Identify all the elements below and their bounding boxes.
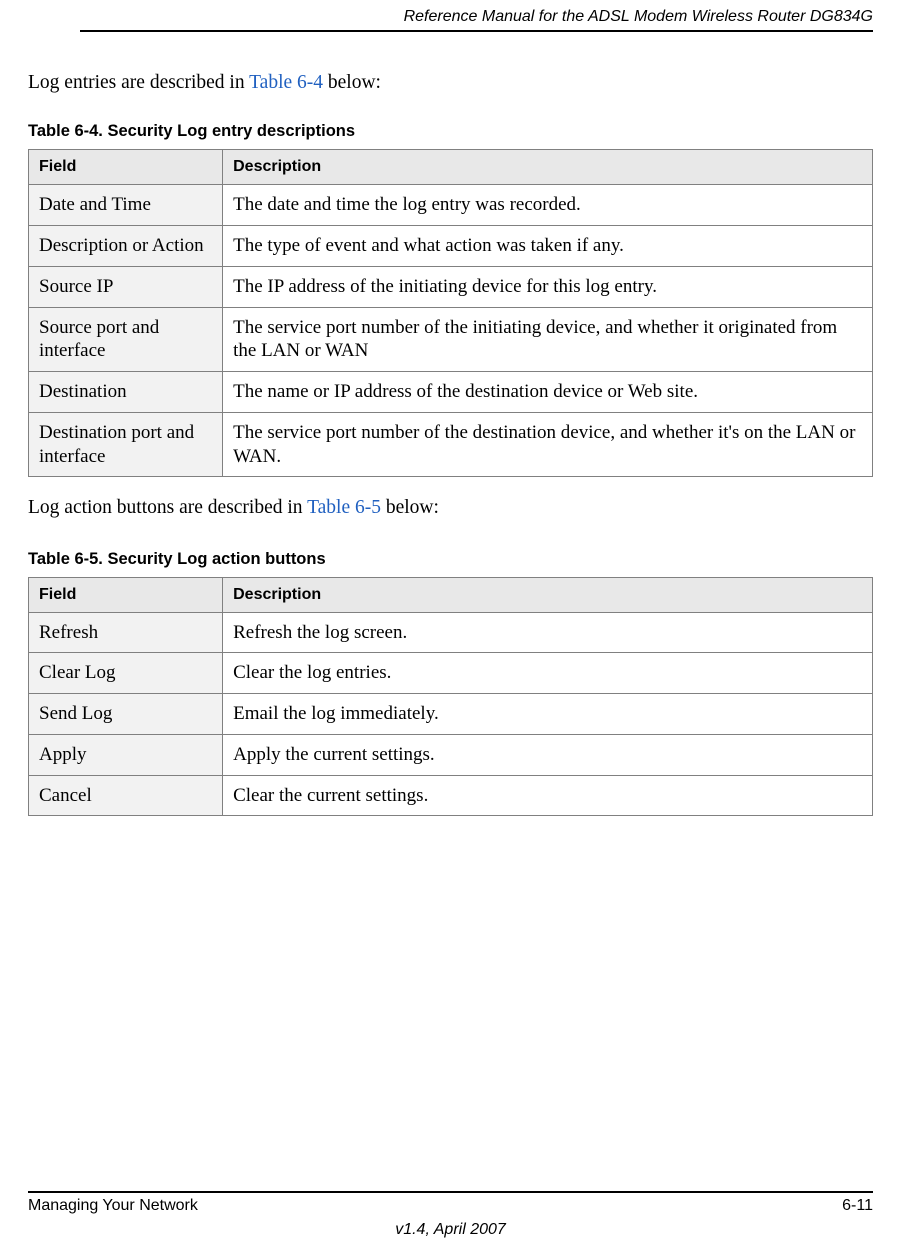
table-row: Apply Apply the current settings. bbox=[29, 734, 873, 775]
table-6-5-caption: Table 6-5. Security Log action buttons bbox=[28, 550, 873, 569]
table2-r2-desc: Email the log immediately. bbox=[223, 694, 873, 735]
intro-paragraph-1: Log entries are described in Table 6-4 b… bbox=[28, 70, 873, 96]
page-footer: Managing Your Network 6-11 v1.4, April 2… bbox=[28, 1191, 873, 1239]
footer-page-number: 6-11 bbox=[842, 1197, 873, 1215]
table1-r0-desc: The date and time the log entry was reco… bbox=[223, 185, 873, 226]
table2-r3-field: Apply bbox=[29, 734, 223, 775]
footer-section: Managing Your Network bbox=[28, 1197, 198, 1215]
table1-r4-field: Destination bbox=[29, 372, 223, 413]
para1-post: below: bbox=[323, 72, 381, 93]
table2-r4-desc: Clear the current settings. bbox=[223, 775, 873, 816]
table-6-4-caption: Table 6-4. Security Log entry descriptio… bbox=[28, 122, 873, 141]
table1-r2-desc: The IP address of the initiating device … bbox=[223, 266, 873, 307]
page-header: Reference Manual for the ADSL Modem Wire… bbox=[0, 0, 901, 26]
para2-post: below: bbox=[381, 497, 439, 518]
table1-r3-desc: The service port number of the initiatin… bbox=[223, 307, 873, 372]
table2-r3-desc: Apply the current settings. bbox=[223, 734, 873, 775]
table2-r0-desc: Refresh the log screen. bbox=[223, 612, 873, 653]
table1-r5-desc: The service port number of the destinati… bbox=[223, 412, 873, 477]
table1-r1-field: Description or Action bbox=[29, 226, 223, 267]
table-row: Clear Log Clear the log entries. bbox=[29, 653, 873, 694]
table2-head-desc: Description bbox=[223, 577, 873, 612]
page-content: Log entries are described in Table 6-4 b… bbox=[0, 32, 901, 816]
table2-r1-desc: Clear the log entries. bbox=[223, 653, 873, 694]
table2-r4-field: Cancel bbox=[29, 775, 223, 816]
table2-head-field: Field bbox=[29, 577, 223, 612]
table1-r0-field: Date and Time bbox=[29, 185, 223, 226]
table-row: Destination The name or IP address of th… bbox=[29, 372, 873, 413]
table1-r4-desc: The name or IP address of the destinatio… bbox=[223, 372, 873, 413]
table-row: Send Log Email the log immediately. bbox=[29, 694, 873, 735]
table-row: Destination port and interface The servi… bbox=[29, 412, 873, 477]
xref-table-6-4[interactable]: Table 6-4 bbox=[249, 72, 323, 93]
table1-r5-field: Destination port and interface bbox=[29, 412, 223, 477]
table1-r2-field: Source IP bbox=[29, 266, 223, 307]
table1-r1-desc: The type of event and what action was ta… bbox=[223, 226, 873, 267]
table1-head-desc: Description bbox=[223, 150, 873, 185]
table1-r3-field: Source port and interface bbox=[29, 307, 223, 372]
table1-head-field: Field bbox=[29, 150, 223, 185]
footer-version: v1.4, April 2007 bbox=[28, 1221, 873, 1239]
para1-pre: Log entries are described in bbox=[28, 72, 249, 93]
table-row: Source port and interface The service po… bbox=[29, 307, 873, 372]
table-row: Description or Action The type of event … bbox=[29, 226, 873, 267]
xref-table-6-5[interactable]: Table 6-5 bbox=[307, 497, 381, 518]
para2-pre: Log action buttons are described in bbox=[28, 497, 307, 518]
table-row: Source IP The IP address of the initiati… bbox=[29, 266, 873, 307]
table-6-5: Field Description Refresh Refresh the lo… bbox=[28, 577, 873, 817]
table2-r1-field: Clear Log bbox=[29, 653, 223, 694]
table-row: Date and Time The date and time the log … bbox=[29, 185, 873, 226]
table-row: Refresh Refresh the log screen. bbox=[29, 612, 873, 653]
intro-paragraph-2: Log action buttons are described in Tabl… bbox=[28, 495, 873, 521]
table2-r0-field: Refresh bbox=[29, 612, 223, 653]
table2-r2-field: Send Log bbox=[29, 694, 223, 735]
table-6-4: Field Description Date and Time The date… bbox=[28, 149, 873, 477]
table-row: Cancel Clear the current settings. bbox=[29, 775, 873, 816]
